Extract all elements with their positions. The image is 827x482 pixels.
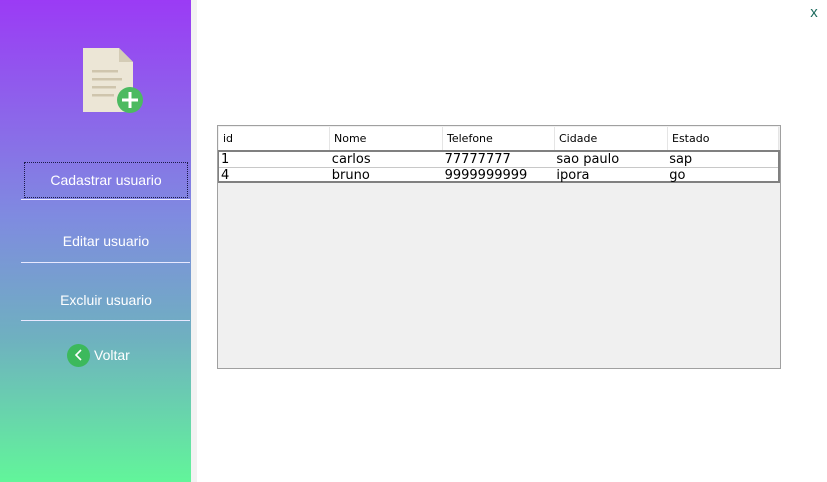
excluir-usuario-label: Excluir usuario bbox=[60, 292, 152, 308]
cell-nome[interactable]: bruno bbox=[330, 168, 443, 183]
cadastrar-usuario-button[interactable]: Cadastrar usuario bbox=[21, 162, 191, 198]
editar-usuario-label: Editar usuario bbox=[62, 233, 150, 249]
column-header-cidade[interactable]: Cidade bbox=[555, 127, 668, 150]
cell-nome[interactable]: carlos bbox=[330, 152, 443, 167]
sidebar-divider bbox=[21, 199, 190, 200]
cell-id[interactable]: 4 bbox=[219, 168, 330, 183]
column-header-telefone[interactable]: Telefone bbox=[443, 127, 555, 150]
panel-separator bbox=[191, 0, 197, 482]
sidebar-divider bbox=[21, 262, 190, 263]
column-header-nome[interactable]: Nome bbox=[330, 127, 443, 150]
grid-body: 1 carlos 77777777 sao paulo sap 4 bruno … bbox=[218, 150, 780, 183]
cell-cidade[interactable]: sao paulo bbox=[554, 152, 667, 167]
voltar-button[interactable]: Voltar bbox=[67, 343, 147, 367]
close-button[interactable]: x bbox=[807, 4, 821, 22]
document-add-icon bbox=[83, 48, 143, 113]
column-header-id[interactable]: id bbox=[219, 127, 330, 150]
cell-estado[interactable]: sap bbox=[667, 152, 778, 167]
excluir-usuario-button[interactable]: Excluir usuario bbox=[21, 282, 191, 318]
cell-telefone[interactable]: 9999999999 bbox=[443, 168, 555, 183]
editar-usuario-button[interactable]: Editar usuario bbox=[21, 223, 191, 259]
voltar-label: Voltar bbox=[94, 347, 130, 363]
cell-cidade[interactable]: ipora bbox=[554, 168, 667, 183]
cell-id[interactable]: 1 bbox=[219, 152, 330, 167]
grid-header: id Nome Telefone Cidade Estado bbox=[219, 127, 779, 150]
users-data-grid[interactable]: id Nome Telefone Cidade Estado 1 carlos … bbox=[217, 125, 781, 369]
column-header-estado[interactable]: Estado bbox=[668, 127, 779, 150]
cell-telefone[interactable]: 77777777 bbox=[443, 152, 555, 167]
table-row[interactable]: 1 carlos 77777777 sao paulo sap bbox=[219, 152, 778, 167]
cell-estado[interactable]: go bbox=[667, 168, 778, 183]
chevron-left-icon bbox=[67, 343, 90, 367]
table-row[interactable]: 4 bruno 9999999999 ipora go bbox=[219, 168, 778, 183]
focus-rectangle bbox=[24, 162, 188, 198]
sidebar: Cadastrar usuario Editar usuario Excluir… bbox=[0, 0, 191, 482]
sidebar-divider bbox=[21, 320, 190, 321]
